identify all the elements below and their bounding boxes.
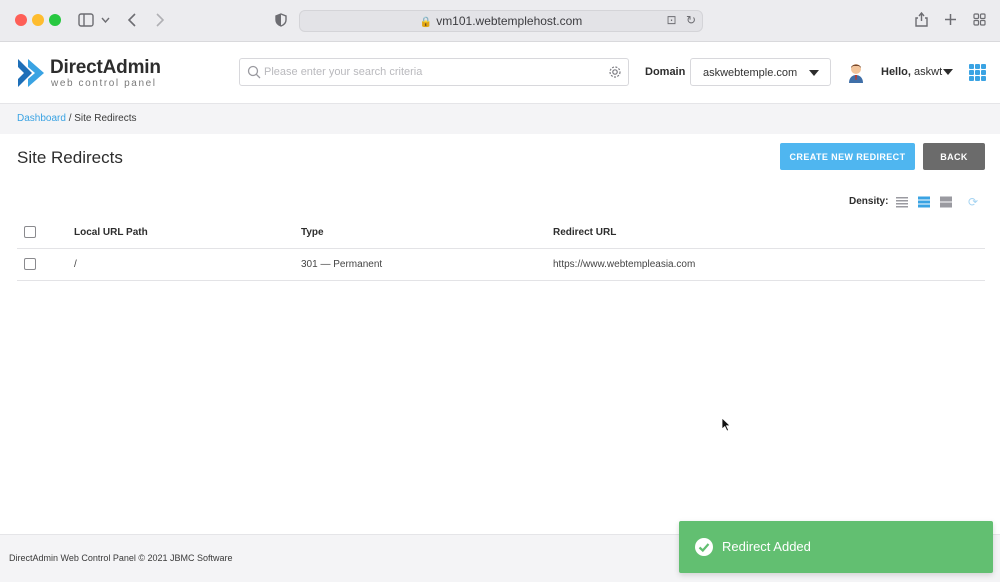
- domain-select[interactable]: askwebtemple.com: [690, 58, 831, 86]
- cell-local-url-path: /: [74, 248, 301, 281]
- forward-arrow-icon[interactable]: [156, 13, 165, 27]
- column-header-redirect-url[interactable]: Redirect URL: [553, 217, 985, 249]
- table-row[interactable]: / 301 — Permanent https://www.webtemplea…: [17, 248, 985, 281]
- privacy-shield-icon[interactable]: [275, 13, 287, 27]
- redirects-table: Local URL Path Type Redirect URL / 301 —…: [17, 217, 985, 281]
- refresh-icon[interactable]: ⟳: [968, 195, 978, 209]
- breadcrumb-current: Site Redirects: [74, 113, 137, 124]
- domain-label: Domain: [645, 66, 686, 78]
- zoom-window-button[interactable]: [49, 14, 61, 26]
- density-label: Density:: [849, 196, 889, 207]
- address-bar[interactable]: 🔒 vm101.webtemplehost.com ⊡ ↻: [299, 10, 703, 32]
- reload-icon[interactable]: ↻: [686, 13, 696, 27]
- main-content: Site Redirects CREATE NEW REDIRECT BACK …: [0, 134, 1000, 534]
- minimize-window-button[interactable]: [32, 14, 44, 26]
- directadmin-logo[interactable]: DirectAdmin web control panel: [16, 55, 176, 91]
- select-all-cell: [17, 217, 74, 249]
- tab-overview-icon[interactable]: [973, 13, 986, 26]
- search-input[interactable]: [264, 59, 604, 85]
- row-checkbox[interactable]: [24, 258, 36, 270]
- table-header-row: Local URL Path Type Redirect URL: [17, 217, 985, 249]
- avatar[interactable]: [846, 61, 866, 83]
- mouse-cursor-icon: [721, 417, 731, 432]
- lock-icon: 🔒: [419, 17, 433, 28]
- domain-select-value: askwebtemple.com: [703, 67, 798, 79]
- row-select-cell: [17, 248, 74, 281]
- user-greeting[interactable]: Hello, askwt: [881, 66, 942, 78]
- check-circle-icon: [695, 538, 713, 556]
- breadcrumb-dashboard-link[interactable]: Dashboard: [17, 113, 66, 124]
- back-arrow-icon[interactable]: [127, 13, 136, 27]
- share-icon[interactable]: [915, 11, 928, 27]
- caret-down-icon: [809, 70, 819, 76]
- breadcrumb: Dashboard / Site Redirects: [17, 113, 137, 124]
- density-compact-icon[interactable]: [896, 196, 908, 208]
- logo-title: DirectAdmin: [50, 57, 161, 78]
- hello-label: Hello,: [881, 66, 911, 78]
- logo-subtitle: web control panel: [51, 78, 157, 89]
- footer-copyright: DirectAdmin Web Control Panel © 2021 JBM…: [9, 553, 233, 563]
- select-all-checkbox[interactable]: [24, 226, 36, 239]
- back-button[interactable]: BACK: [923, 143, 985, 170]
- toast-message: Redirect Added: [722, 539, 811, 554]
- username: askwt: [914, 66, 943, 78]
- new-tab-plus-icon[interactable]: [944, 13, 957, 26]
- search-box: [239, 58, 629, 86]
- logo-chevron-icon: [18, 59, 44, 87]
- app-header: DirectAdmin web control panel Domain ask…: [0, 42, 1000, 104]
- column-header-local-url-path[interactable]: Local URL Path: [74, 217, 301, 249]
- apps-grid-icon[interactable]: [969, 64, 986, 81]
- cell-type: 301 — Permanent: [301, 248, 553, 281]
- column-header-type[interactable]: Type: [301, 217, 553, 249]
- density-comfortable-icon[interactable]: [940, 196, 952, 208]
- translate-icon[interactable]: ⊡: [667, 13, 677, 27]
- user-menu-caret-icon[interactable]: [943, 69, 953, 75]
- cell-redirect-url: https://www.webtempleasia.com: [553, 248, 985, 281]
- browser-toolbar: 🔒 vm101.webtemplehost.com ⊡ ↻: [0, 0, 1000, 42]
- gear-icon[interactable]: [608, 65, 622, 79]
- breadcrumb-separator: /: [65, 113, 75, 124]
- sidebar-toggle-icon[interactable]: [78, 13, 94, 27]
- density-regular-icon[interactable]: [918, 196, 930, 208]
- create-new-redirect-button[interactable]: CREATE NEW REDIRECT: [780, 143, 915, 170]
- search-icon: [247, 65, 261, 79]
- chevron-down-icon[interactable]: [101, 17, 110, 23]
- success-toast[interactable]: Redirect Added: [679, 521, 993, 573]
- url-text: vm101.webtemplehost.com: [436, 14, 583, 28]
- close-window-button[interactable]: [15, 14, 27, 26]
- page-title: Site Redirects: [17, 148, 123, 167]
